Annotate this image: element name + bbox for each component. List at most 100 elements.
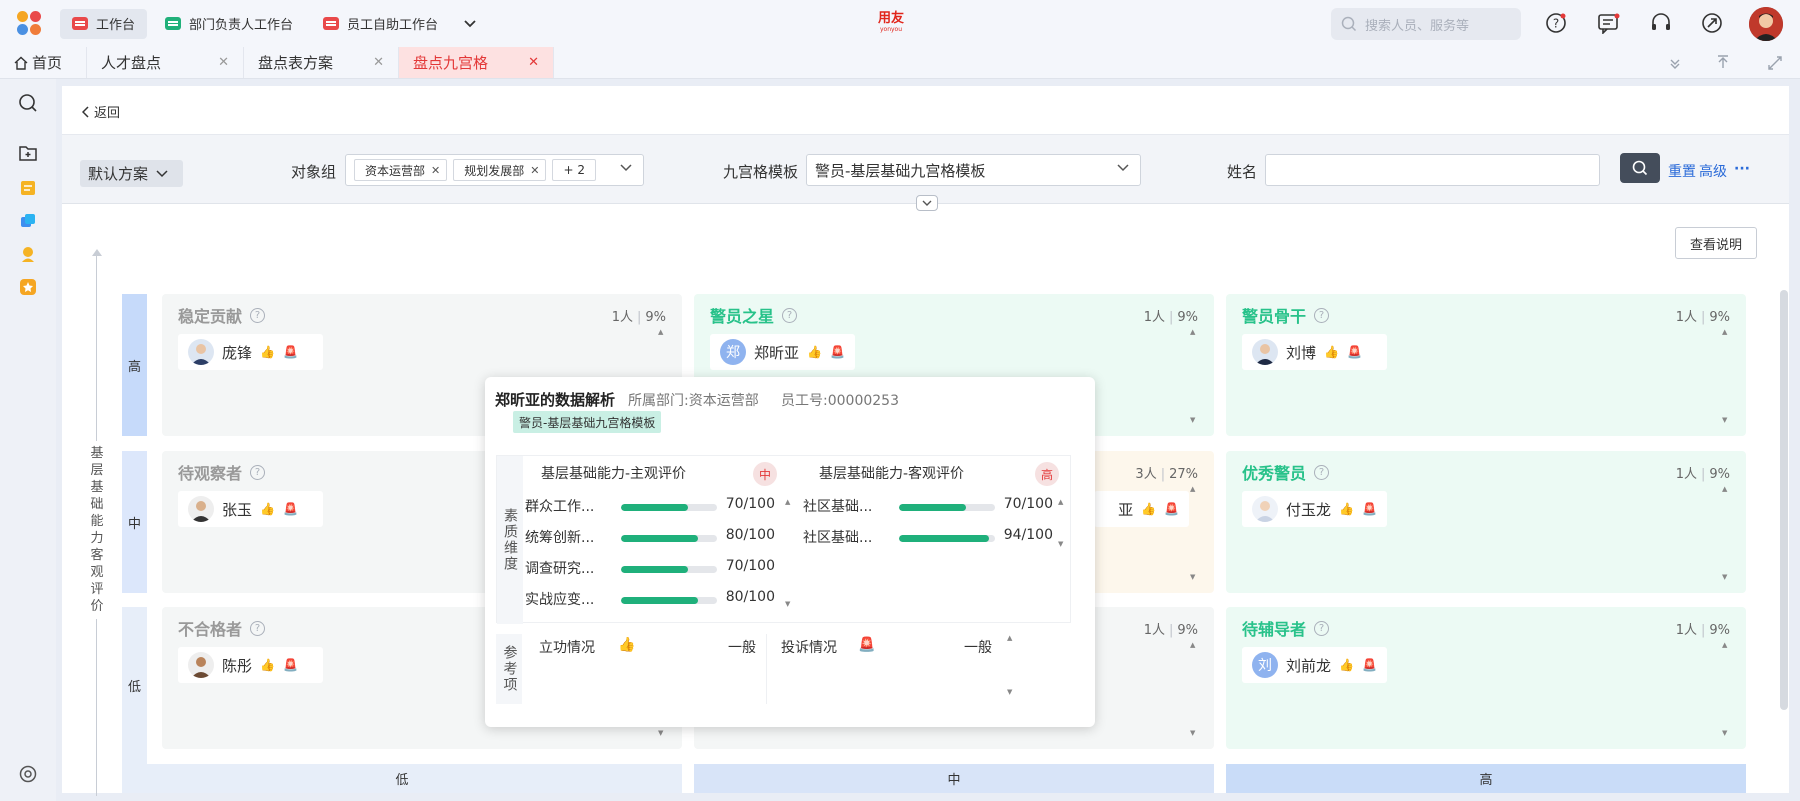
group-chip[interactable]: 规划发展部 ✕ xyxy=(453,159,547,181)
cell-scrollbar[interactable] xyxy=(1188,641,1200,737)
view-explanation-button[interactable]: 查看说明 xyxy=(1675,227,1757,259)
tab-list-icon[interactable] xyxy=(1660,47,1690,79)
cell-scrollbar[interactable] xyxy=(1188,328,1200,424)
cell-scrollbar[interactable] xyxy=(1720,485,1732,581)
settings-icon[interactable] xyxy=(14,760,42,788)
user-avatar[interactable] xyxy=(1749,7,1783,41)
person-card[interactable]: 亚 👍 🚨 xyxy=(1094,491,1189,527)
avatar xyxy=(1252,339,1278,365)
cell-count: 1人 xyxy=(1675,310,1697,325)
advanced-button[interactable]: 高级 xyxy=(1699,161,1727,181)
tab-home[interactable]: 首页 xyxy=(0,47,87,78)
badge-user-icon[interactable] xyxy=(14,240,42,268)
template-select[interactable]: 警员-基层基础九宫格模板 xyxy=(806,154,1141,186)
grid-cell[interactable]: 警员骨干? 1人|9% 刘博 👍 🚨 xyxy=(1226,294,1746,436)
search-icon[interactable] xyxy=(14,89,42,117)
person-card[interactable]: 庞锋 👍 🚨 xyxy=(178,334,323,370)
person-card[interactable]: 陈彤 👍 🚨 xyxy=(178,647,323,683)
popup-title: 郑昕亚的数据解析 xyxy=(495,391,616,409)
person-card[interactable]: 付玉龙 👍 🚨 xyxy=(1242,491,1387,527)
headset-icon[interactable] xyxy=(1648,10,1674,36)
scrollbar[interactable] xyxy=(1006,634,1016,696)
alarm-icon: 🚨 xyxy=(282,345,298,359)
page-scrollbar[interactable] xyxy=(1779,280,1789,720)
rocket-icon[interactable] xyxy=(1699,10,1725,36)
group-filter-select[interactable]: 资本运营部 ✕ 规划发展部 ✕ + 2 xyxy=(345,154,644,186)
cell-scrollbar[interactable] xyxy=(1720,328,1732,424)
scrollbar[interactable] xyxy=(784,498,794,608)
help-icon[interactable]: ? xyxy=(250,464,266,480)
metric-bar xyxy=(899,535,995,542)
back-button[interactable]: 返回 xyxy=(82,102,120,121)
alarm-icon: 🚨 xyxy=(1346,345,1362,359)
person-card[interactable]: 刘博 👍 🚨 xyxy=(1242,334,1387,370)
upload-icon[interactable] xyxy=(1708,47,1738,79)
help-icon[interactable]: ? xyxy=(1314,307,1330,323)
close-icon[interactable]: ✕ xyxy=(530,164,539,177)
workspace-tab-1[interactable]: 部门负责人工作台 xyxy=(153,9,305,39)
cell-stat: 1人 | 9% xyxy=(1675,623,1730,638)
close-icon[interactable]: ✕ xyxy=(373,55,384,70)
cell-scrollbar[interactable] xyxy=(1188,485,1200,581)
y-level-low: 低 xyxy=(122,607,147,764)
scrollbar-thumb[interactable] xyxy=(1780,290,1788,710)
notebook-icon[interactable] xyxy=(14,174,42,202)
person-name: 庞锋 xyxy=(222,343,253,362)
star-icon[interactable] xyxy=(14,273,42,301)
name-input[interactable] xyxy=(1265,154,1600,186)
x-level-low: 低 xyxy=(122,764,682,793)
message-icon[interactable] xyxy=(1596,10,1622,36)
layers-icon[interactable] xyxy=(14,207,42,235)
person-card[interactable]: 刘 刘前龙 👍 🚨 xyxy=(1242,647,1387,683)
help-icon[interactable]: ? xyxy=(782,307,798,323)
grid-cell[interactable]: 待辅导者? 1人|9% 刘 刘前龙 👍 🚨 xyxy=(1226,607,1746,749)
thumb-up-icon: 👍 xyxy=(260,658,275,672)
workspace-tab-label: 工作台 xyxy=(96,18,136,33)
global-search-input[interactable]: 搜索人员、服务等 xyxy=(1331,8,1521,40)
cell-scrollbar[interactable] xyxy=(1720,641,1732,737)
group-chip-more[interactable]: + 2 xyxy=(552,159,596,181)
cell-title: 优秀警员 xyxy=(1242,464,1307,483)
chevron-down-icon[interactable] xyxy=(456,9,484,39)
reference-section: 参考项 立功情况 👍 一般 投诉情况 🚨 一般 xyxy=(496,634,1071,704)
app-menu-icon[interactable] xyxy=(0,0,60,47)
template-value: 警员-基层基础九宫格模板 xyxy=(815,161,986,180)
metric-bar-fill xyxy=(899,535,990,542)
chip-label: 规划发展部 xyxy=(464,163,525,178)
help-icon[interactable]: ? xyxy=(250,620,266,636)
metric-value: 70/100 xyxy=(725,496,775,512)
collapse-toggle[interactable] xyxy=(916,195,938,211)
search-icon xyxy=(1632,160,1648,176)
scrollbar[interactable] xyxy=(1057,498,1067,548)
search-button[interactable] xyxy=(1620,153,1660,183)
person-name: 刘博 xyxy=(1286,343,1317,362)
help-icon[interactable]: ? xyxy=(250,307,266,323)
metric-value: 70/100 xyxy=(1003,496,1053,512)
close-icon[interactable]: ✕ xyxy=(431,164,440,177)
close-icon[interactable]: ✕ xyxy=(528,55,539,70)
tab-talent-review[interactable]: 人才盘点 ✕ xyxy=(87,47,244,78)
close-icon[interactable]: ✕ xyxy=(218,55,229,70)
workspace-icon xyxy=(323,17,340,30)
metric-bar xyxy=(621,566,717,573)
reset-button[interactable]: 重置 xyxy=(1668,161,1696,181)
fullscreen-icon[interactable] xyxy=(1760,47,1790,79)
dimension-title: 基层基础能力-主观评价 xyxy=(541,466,687,482)
tab-nine-box[interactable]: 盘点九宫格 ✕ xyxy=(399,47,554,78)
cell-stat: 1人 | 9% xyxy=(1675,467,1730,482)
grid-cell[interactable]: 优秀警员? 1人|9% 付玉龙 👍 🚨 xyxy=(1226,451,1746,593)
workspace-tab-2[interactable]: 员工自助工作台 xyxy=(311,9,450,39)
help-icon[interactable]: ? xyxy=(1314,464,1330,480)
group-chip[interactable]: 资本运营部 ✕ xyxy=(354,159,448,181)
person-card[interactable]: 张玉 👍 🚨 xyxy=(178,491,323,527)
person-card[interactable]: 郑 郑昕亚 👍 🚨 xyxy=(710,334,855,370)
more-button[interactable]: ··· xyxy=(1734,161,1750,177)
folder-add-icon[interactable] xyxy=(14,139,42,167)
alarm-icon: 🚨 xyxy=(829,345,845,359)
tab-review-plan[interactable]: 盘点表方案 ✕ xyxy=(244,47,399,78)
scheme-select[interactable]: 默认方案 xyxy=(80,160,183,187)
help-icon[interactable]: ? xyxy=(1543,10,1569,36)
help-icon[interactable]: ? xyxy=(1314,620,1330,636)
workspace-tab-0[interactable]: 工作台 xyxy=(60,8,148,39)
divider xyxy=(766,634,767,704)
